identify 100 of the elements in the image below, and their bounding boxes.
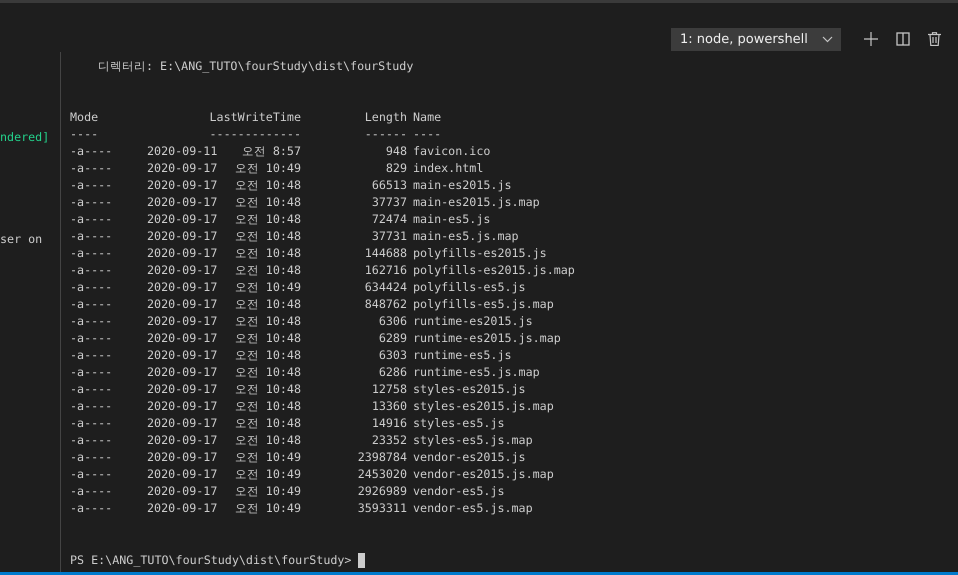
terminal-output-text: ndered] bbox=[0, 130, 50, 144]
file-name-cell: main-es2015.js bbox=[413, 177, 512, 194]
date-cell: 2020-09-17 bbox=[147, 211, 218, 228]
file-name-cell: index.html bbox=[413, 160, 484, 177]
file-name-cell: vendor-es5.js.map bbox=[413, 500, 533, 517]
length-cell: 162716 bbox=[364, 262, 407, 279]
directory-label: 디렉터리: bbox=[98, 58, 154, 75]
length-cell: 634424 bbox=[364, 279, 407, 296]
date-cell: 2020-09-17 bbox=[147, 449, 218, 466]
mode-cell: -a---- bbox=[70, 364, 112, 381]
length-cell: 2453020 bbox=[358, 466, 407, 483]
length-cell: 144688 bbox=[364, 245, 407, 262]
mode-cell: -a---- bbox=[70, 279, 112, 296]
length-cell: 6289 bbox=[378, 330, 407, 347]
file-name-cell: vendor-es2015.js bbox=[413, 449, 526, 466]
mode-cell: -a---- bbox=[70, 262, 112, 279]
date-cell: 2020-09-17 bbox=[147, 228, 218, 245]
shell-prompt: PS E:\ANG_TUTO\fourStudy\dist\fourStudy> bbox=[70, 552, 352, 569]
file-name-cell: main-es5.js.map bbox=[413, 228, 519, 245]
chevron-down-icon bbox=[822, 36, 833, 43]
column-header: Length bbox=[364, 109, 407, 126]
file-name-cell: vendor-es5.js bbox=[413, 483, 504, 500]
mode-cell: -a---- bbox=[70, 381, 112, 398]
time-cell: 오전 10:49 bbox=[234, 500, 301, 517]
time-cell: 오전 10:48 bbox=[234, 415, 301, 432]
file-name-cell: runtime-es2015.js bbox=[413, 313, 533, 330]
time-cell: 오전 10:49 bbox=[234, 466, 301, 483]
date-cell: 2020-09-17 bbox=[147, 177, 218, 194]
length-cell: 14916 bbox=[372, 415, 407, 432]
mode-cell: -a---- bbox=[70, 245, 112, 262]
directory-path: E:\ANG_TUTO\fourStudy\dist\fourStudy bbox=[160, 58, 414, 75]
length-cell: 948 bbox=[386, 143, 407, 160]
column-underline: ---- bbox=[70, 126, 98, 143]
plus-icon[interactable] bbox=[864, 32, 878, 46]
date-cell: 2020-09-17 bbox=[147, 398, 218, 415]
mode-cell: -a---- bbox=[70, 296, 112, 313]
date-cell: 2020-09-17 bbox=[147, 364, 218, 381]
date-cell: 2020-09-17 bbox=[147, 466, 218, 483]
time-cell: 오전 10:48 bbox=[234, 228, 301, 245]
length-cell: 2926989 bbox=[358, 483, 407, 500]
column-header: Name bbox=[413, 109, 442, 126]
file-name-cell: vendor-es2015.js.map bbox=[413, 466, 554, 483]
file-name-cell: runtime-es2015.js.map bbox=[413, 330, 561, 347]
time-cell: 오전 10:49 bbox=[234, 483, 301, 500]
file-name-cell: main-es2015.js.map bbox=[413, 194, 540, 211]
date-cell: 2020-09-17 bbox=[147, 160, 218, 177]
file-name-cell: polyfills-es2015.js bbox=[413, 245, 547, 262]
length-cell: 6303 bbox=[378, 347, 407, 364]
length-cell: 2398784 bbox=[358, 449, 407, 466]
length-cell: 23352 bbox=[372, 432, 407, 449]
time-cell: 오전 10:49 bbox=[234, 449, 301, 466]
time-cell: 오전 10:48 bbox=[234, 330, 301, 347]
mode-cell: -a---- bbox=[70, 211, 112, 228]
time-cell: 오전 10:48 bbox=[234, 364, 301, 381]
date-cell: 2020-09-17 bbox=[147, 415, 218, 432]
date-cell: 2020-09-17 bbox=[147, 432, 218, 449]
terminal-output-text: ser on bbox=[0, 232, 42, 246]
mode-cell: -a---- bbox=[70, 177, 112, 194]
date-cell: 2020-09-17 bbox=[147, 330, 218, 347]
file-name-cell: runtime-es5.js bbox=[413, 347, 512, 364]
mode-cell: -a---- bbox=[70, 347, 112, 364]
length-cell: 12758 bbox=[372, 381, 407, 398]
time-cell: 오전 8:57 bbox=[242, 143, 301, 160]
date-cell: 2020-09-17 bbox=[147, 262, 218, 279]
date-cell: 2020-09-17 bbox=[147, 483, 218, 500]
file-name-cell: styles-es5.js bbox=[413, 415, 504, 432]
length-cell: 37737 bbox=[372, 194, 407, 211]
trash-icon[interactable] bbox=[928, 32, 941, 46]
date-cell: 2020-09-17 bbox=[147, 500, 218, 517]
column-underline: ------------- bbox=[210, 126, 301, 143]
column-underline: ---- bbox=[413, 126, 442, 143]
terminal-dropdown[interactable]: 1: node, powershell bbox=[671, 28, 841, 51]
file-name-cell: favicon.ico bbox=[413, 143, 490, 160]
mode-cell: -a---- bbox=[70, 143, 112, 160]
time-cell: 오전 10:49 bbox=[234, 160, 301, 177]
time-cell: 오전 10:48 bbox=[234, 262, 301, 279]
time-cell: 오전 10:48 bbox=[234, 398, 301, 415]
date-cell: 2020-09-17 bbox=[147, 381, 218, 398]
file-name-cell: runtime-es5.js.map bbox=[413, 364, 540, 381]
time-cell: 오전 10:48 bbox=[234, 296, 301, 313]
file-name-cell: styles-es2015.js bbox=[413, 381, 526, 398]
file-name-cell: main-es5.js bbox=[413, 211, 490, 228]
file-name-cell: polyfills-es2015.js.map bbox=[413, 262, 575, 279]
mode-cell: -a---- bbox=[70, 466, 112, 483]
length-cell: 848762 bbox=[364, 296, 407, 313]
mode-cell: -a---- bbox=[70, 483, 112, 500]
mode-cell: -a---- bbox=[70, 500, 112, 517]
text-cursor bbox=[358, 553, 366, 568]
length-cell: 66513 bbox=[372, 177, 407, 194]
mode-cell: -a---- bbox=[70, 432, 112, 449]
mode-cell: -a---- bbox=[70, 313, 112, 330]
length-cell: 37731 bbox=[372, 228, 407, 245]
mode-cell: -a---- bbox=[70, 449, 112, 466]
mode-cell: -a---- bbox=[70, 228, 112, 245]
length-cell: 829 bbox=[386, 160, 407, 177]
mode-cell: -a---- bbox=[70, 194, 112, 211]
date-cell: 2020-09-11 bbox=[147, 143, 218, 160]
file-name-cell: polyfills-es5.js bbox=[413, 279, 526, 296]
length-cell: 6286 bbox=[378, 364, 407, 381]
split-icon[interactable] bbox=[896, 32, 910, 46]
